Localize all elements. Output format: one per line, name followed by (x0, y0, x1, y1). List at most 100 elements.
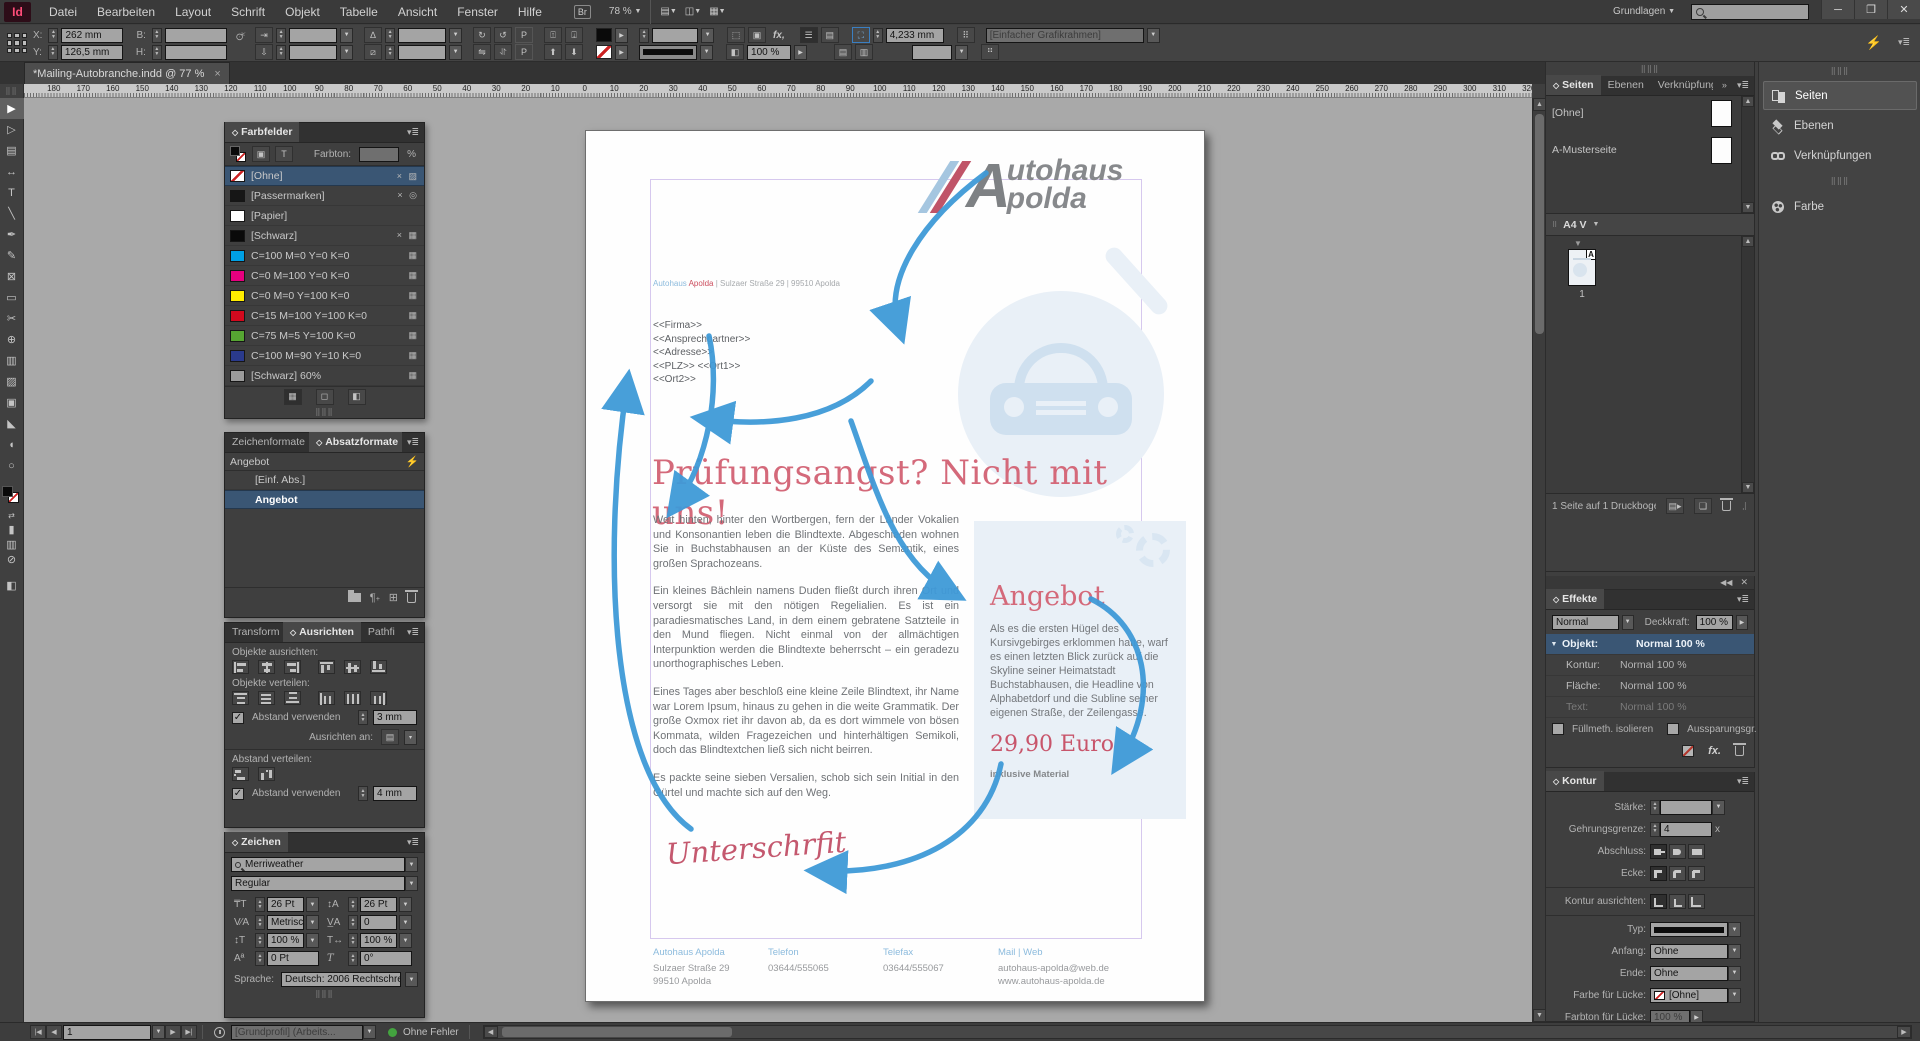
farbton-field[interactable] (359, 147, 399, 162)
tab-farbfelder[interactable]: ◇ Farbfelder (225, 122, 299, 142)
divider-grip[interactable]: ⠿ (1552, 221, 1557, 229)
join-round-icon[interactable] (1669, 866, 1686, 881)
panel-menu-icon[interactable]: ▾≣ (402, 622, 424, 642)
weight-dropdown[interactable]: ▼ (1712, 800, 1725, 815)
panel-resize-grip[interactable]: ⣿⣿⣿ (225, 987, 424, 1001)
page-transitions-icon[interactable]: ▤▸ (1666, 498, 1684, 514)
vscale-stepper[interactable]: ▲▼ (255, 933, 265, 948)
vscale-field[interactable]: 100 % (267, 933, 304, 948)
scroll-left-icon[interactable]: ◀ (484, 1026, 498, 1038)
swatch-row[interactable]: C=15 M=100 Y=100 K=0 ▦ (225, 306, 424, 326)
tool-pencil[interactable]: ✎ (0, 245, 24, 266)
master-row-a[interactable]: A-Musterseite (1546, 130, 1754, 170)
width-field[interactable] (165, 28, 227, 43)
distribute-left-icon[interactable] (318, 691, 335, 705)
object-style-dropdown[interactable]: ▼ (1147, 28, 1160, 43)
close-button[interactable]: ✕ (1887, 0, 1920, 19)
arrange-documents-button[interactable]: ▦ ▼ (705, 4, 729, 20)
fill-stroke-proxy[interactable] (2, 486, 22, 508)
opacity-field[interactable]: 100 % (747, 45, 791, 60)
master-row-ohne[interactable]: [Ohne] (1546, 96, 1754, 130)
font-style-field[interactable]: Regular (231, 876, 405, 891)
distribute-vcenter-icon[interactable] (258, 691, 275, 705)
language-field[interactable]: Deutsch: 2006 Rechtschreibr... (281, 972, 401, 987)
vertical-scrollbar[interactable]: ▲ ▼ (1532, 98, 1545, 1022)
scale-x-dropdown[interactable]: ▼ (340, 28, 353, 43)
first-page-icon[interactable]: |◀ (30, 1025, 46, 1039)
stroke-align-outside-icon[interactable] (1688, 894, 1705, 909)
dock-item-ebenen[interactable]: Ebenen (1763, 111, 1917, 140)
leading-field[interactable]: 26 Pt (360, 897, 397, 912)
document-page[interactable]: A utohauspolda Autohaus Apolda | Sulzaer… (585, 130, 1205, 1002)
tool-free-transform[interactable]: ⊕ (0, 329, 24, 350)
frame-fitting-icon[interactable]: ⠿ (957, 27, 975, 43)
view-large-icon[interactable]: ◧ (348, 389, 366, 405)
blend-mode-dropdown[interactable]: ▼ (1622, 615, 1634, 630)
tool-hand[interactable]: ◖ (0, 434, 24, 455)
view-options-button[interactable]: ▤ ▼ (656, 4, 680, 20)
spacing2-field[interactable]: 4 mm (373, 786, 417, 801)
rotation-stepper[interactable]: ▲▼ (385, 28, 395, 43)
distribute-bottom-icon[interactable] (284, 691, 301, 705)
corner-sh-dropdown[interactable]: ▼ (955, 45, 968, 60)
scroll-up-icon[interactable]: ▲ (1742, 96, 1754, 107)
swatch-row[interactable]: [Papier] (225, 206, 424, 226)
tool-gradient-feather[interactable]: ▨ (0, 371, 24, 392)
opacity-flyout[interactable]: ▶ (1736, 615, 1748, 630)
dock-item-farbe[interactable]: Farbe (1763, 192, 1917, 221)
dock-item-seiten[interactable]: Seiten (1763, 81, 1917, 110)
align-bottom-icon[interactable] (370, 660, 387, 674)
use-spacing2-checkbox[interactable]: ✓ (232, 788, 244, 800)
rotation-dropdown[interactable]: ▼ (449, 28, 462, 43)
clear-effects-icon[interactable] (1682, 745, 1694, 757)
scroll-down-icon[interactable]: ▼ (1742, 482, 1754, 493)
effects-square-icon[interactable]: ▣ (748, 27, 766, 43)
cap-round-icon[interactable] (1669, 844, 1686, 859)
reference-point-proxy[interactable] (7, 33, 27, 53)
new-page-icon[interactable]: ❏ (1694, 498, 1712, 514)
language-dropdown[interactable]: ▼ (405, 972, 418, 987)
hscale-field[interactable]: 100 % (360, 933, 397, 948)
tab-kontur[interactable]: ◇ Kontur (1546, 771, 1604, 791)
stroke-swatch[interactable] (596, 45, 612, 59)
end-select[interactable]: Ohne (1650, 966, 1728, 981)
zoom-level-select[interactable]: 78 % ▼ (605, 4, 646, 20)
kerning-dropdown[interactable]: ▼ (306, 915, 319, 930)
fx-menu[interactable]: fx, (769, 27, 789, 43)
tracking-field[interactable]: 0 (360, 915, 397, 930)
menu-item[interactable]: Objekt (275, 0, 330, 24)
delete-effect-icon[interactable] (1735, 746, 1744, 756)
auto-fit-icon[interactable]: ⠛ (981, 44, 999, 60)
dock-grip[interactable]: ⣿⣿⣿ (1759, 171, 1920, 191)
scroll-up-icon[interactable]: ▲ (1742, 236, 1754, 247)
masters-scrollbar[interactable]: ▲ ▼ (1741, 96, 1754, 213)
new-style-icon[interactable]: ⊞ (389, 591, 398, 604)
delete-style-icon[interactable] (407, 593, 416, 603)
effects-row-object[interactable]: ▼ Objekt: Normal 100 % (1546, 634, 1754, 655)
tool-pen[interactable]: ✒ (0, 224, 24, 245)
baseline-field[interactable]: 0 Pt (267, 951, 319, 966)
miter-stepper[interactable]: ▲▼ (1650, 822, 1660, 837)
align-left-icon[interactable] (232, 660, 249, 674)
style-row-basic[interactable]: [Einf. Abs.] (225, 471, 424, 490)
rotate-ccw-button[interactable]: ↺ (494, 27, 512, 43)
stroke-align-center-icon[interactable] (1650, 894, 1667, 909)
search-input[interactable] (1691, 4, 1809, 20)
panel-menu-icon[interactable]: ▾≣ (402, 122, 424, 142)
fill-swatch[interactable] (596, 28, 612, 42)
view-small-icon[interactable]: ◻ (316, 389, 334, 405)
select-content-icon[interactable]: ⍗ (565, 27, 583, 43)
select-container-icon[interactable]: ⍐ (544, 27, 562, 43)
menu-item[interactable]: Datei (39, 0, 87, 24)
expand-panel-icon[interactable]: » (1717, 75, 1732, 95)
join-miter-icon[interactable] (1650, 866, 1667, 881)
height-field[interactable] (165, 45, 227, 60)
tab-seiten[interactable]: ◇ Seiten (1546, 75, 1601, 95)
scroll-right-icon[interactable]: ▶ (1897, 1026, 1911, 1038)
menu-item[interactable]: Bearbeiten (87, 0, 165, 24)
horizontal-ruler[interactable]: 1801701601501401301201101009080706050403… (24, 84, 1532, 98)
swatch-row[interactable]: C=0 M=0 Y=100 K=0 ▦ (225, 286, 424, 306)
workspace-switcher[interactable]: Grundlagen ▼ (1609, 4, 1679, 20)
tab-ebenen[interactable]: Ebenen (1601, 75, 1651, 95)
next-page-icon[interactable]: ▶ (165, 1025, 181, 1039)
